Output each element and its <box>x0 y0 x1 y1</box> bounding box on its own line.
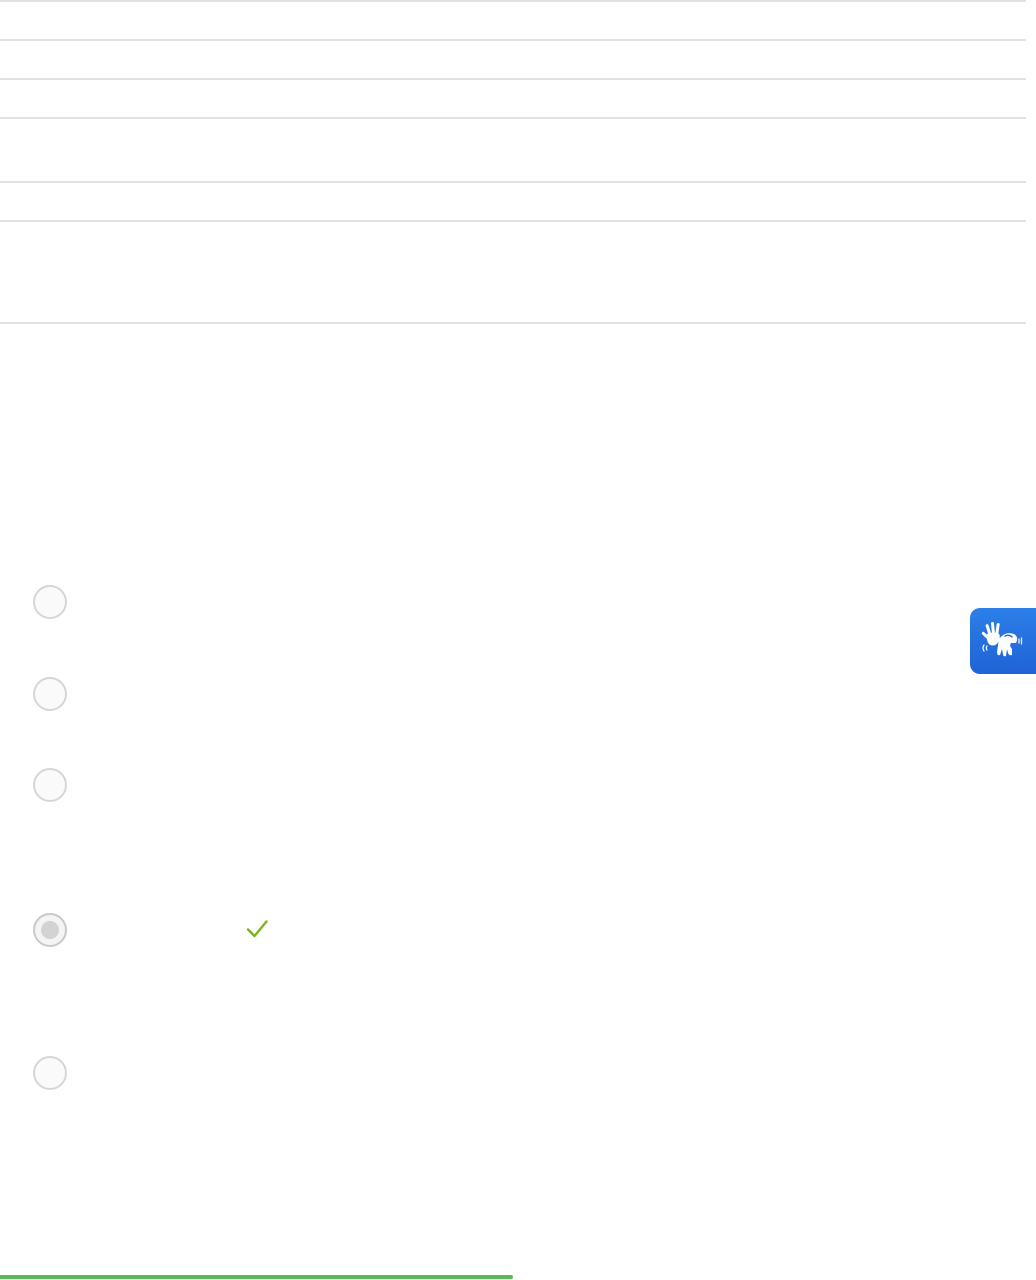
divider-line <box>0 181 1026 183</box>
progress-bar-fill <box>0 1275 513 1279</box>
progress-bar <box>0 1275 1036 1280</box>
divider-line <box>0 0 1026 2</box>
checkmark-icon <box>246 920 268 938</box>
divider-line <box>0 39 1026 41</box>
divider-line <box>0 322 1026 324</box>
answer-option-5-radio[interactable] <box>33 1056 67 1090</box>
divider-line <box>0 220 1026 222</box>
divider-line <box>0 117 1026 119</box>
radio-selected-dot <box>41 921 59 939</box>
answer-option-2-radio[interactable] <box>33 677 67 711</box>
answer-option-1-radio[interactable] <box>33 585 67 619</box>
divider-line <box>0 78 1026 80</box>
accessibility-button[interactable] <box>970 608 1036 674</box>
sign-language-icon <box>981 622 1023 657</box>
answer-option-4-radio[interactable] <box>33 913 67 947</box>
answer-option-3-radio[interactable] <box>33 768 67 802</box>
